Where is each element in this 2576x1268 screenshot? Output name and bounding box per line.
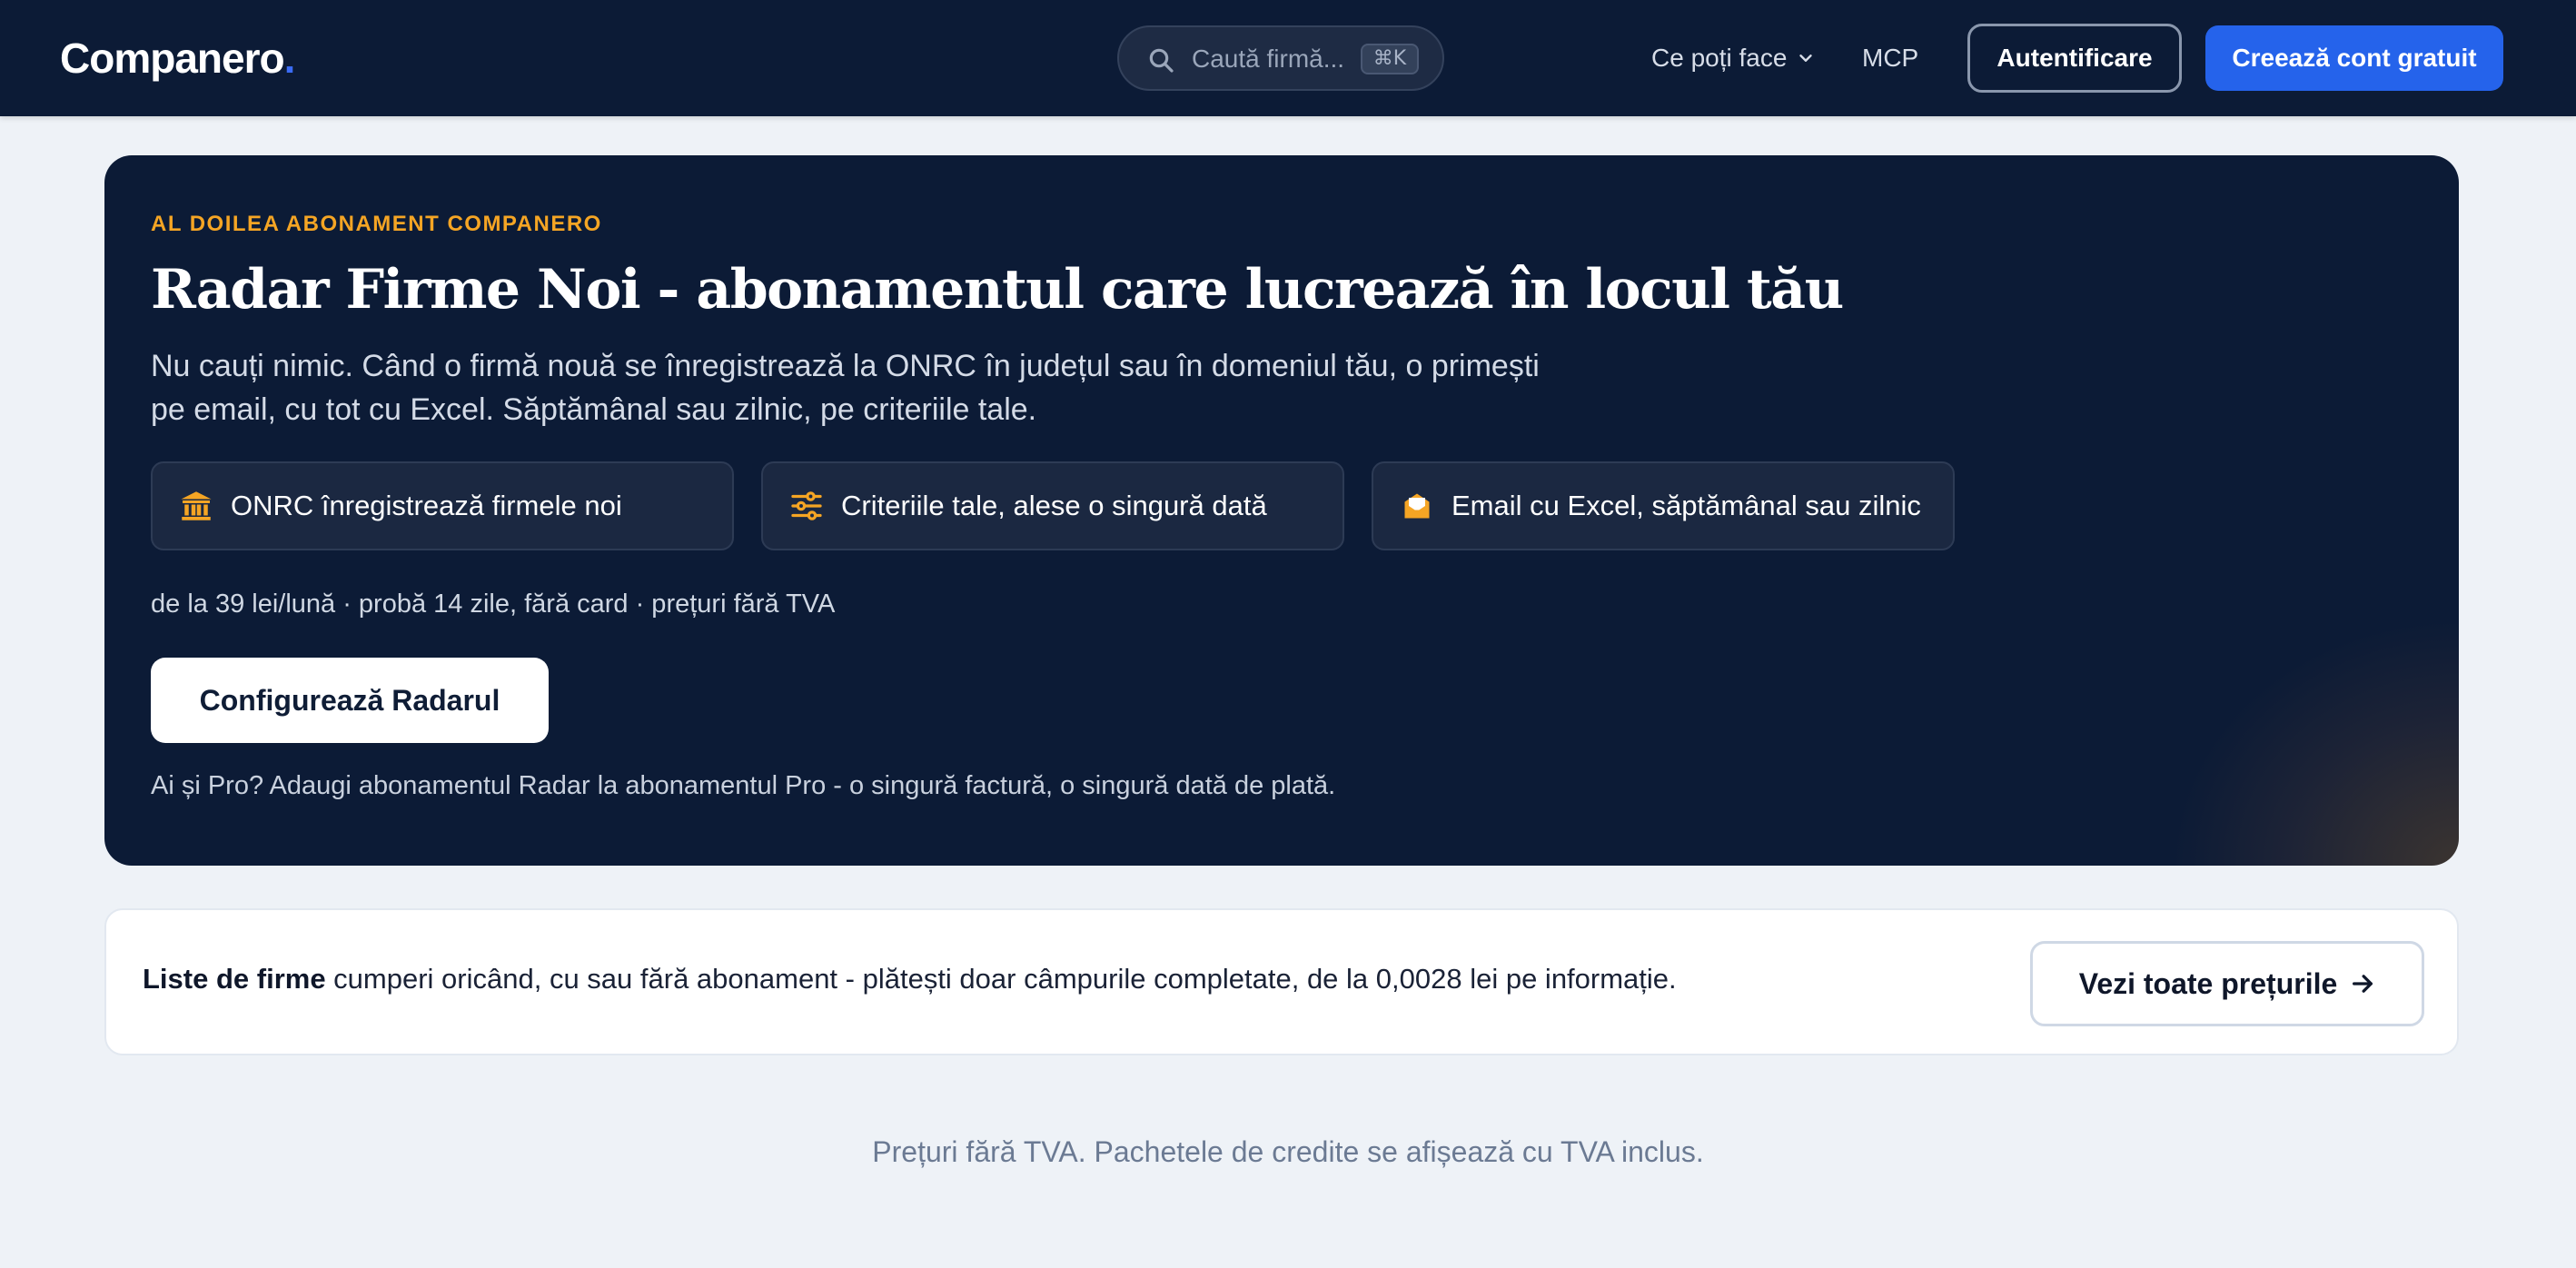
logo-dot: . — [283, 35, 296, 82]
search-icon — [1149, 48, 1174, 73]
company-search[interactable]: ⌘K — [1117, 25, 1444, 91]
sliders-icon — [791, 491, 822, 520]
nav-mcp-link[interactable]: MCP — [1862, 36, 1918, 80]
radar-hero-card: AL DOILEA ABONAMENT COMPANERO Radar Firm… — [104, 155, 2459, 866]
configure-radar-button[interactable]: Configurează Radarul — [151, 658, 549, 743]
hero-eyebrow: AL DOILEA ABONAMENT COMPANERO — [151, 212, 602, 236]
login-button[interactable]: Autentificare — [1967, 24, 2182, 93]
feature-list: ONRC înregistrează firmele noi Criteriil… — [151, 461, 1955, 550]
top-navbar: Companero. ⌘K Ce poți face MCP Autentifi… — [0, 0, 2576, 116]
mail-open-icon — [1404, 493, 1430, 519]
pricing-summary: de la 39 lei/lună · probă 14 zile, fără … — [151, 589, 836, 619]
hero-title: Radar Firme Noi - abonamentul care lucre… — [151, 258, 1844, 322]
logo-text: Companero — [60, 35, 285, 82]
companero-logo[interactable]: Companero. — [60, 31, 296, 85]
lists-banner-bold: Liste de firme — [143, 963, 326, 995]
chevron-down-icon — [1799, 54, 1813, 62]
bank-icon — [181, 491, 212, 520]
search-shortcut-badge: ⌘K — [1361, 44, 1419, 74]
hero-description: Nu cauți nimic. Când o firmă nouă se înr… — [151, 349, 1540, 427]
feature-item-email: Email cu Excel, săptămânal sau zilnic — [1372, 461, 1955, 550]
feature-label: Criteriile tale, alese o singură dată — [841, 490, 1267, 521]
search-input[interactable] — [1190, 38, 1366, 80]
lists-banner-body: cumperi oricând, cu sau fără abonament -… — [325, 963, 1677, 995]
signup-button[interactable]: Creează cont gratuit — [2205, 25, 2503, 91]
feature-label: ONRC înregistrează firmele noi — [231, 490, 622, 521]
feature-item-criteria: Criteriile tale, alese o singură dată — [761, 461, 1344, 550]
view-all-prices-label: Vezi toate prețurile — [2078, 966, 2338, 1000]
company-lists-banner: Liste de firme cumperi oricând, cu sau f… — [104, 908, 2459, 1055]
arrow-right-icon — [2353, 975, 2373, 993]
pro-upsell-note: Ai și Pro? Adaugi abonamentul Radar la a… — [151, 771, 1336, 800]
vat-footnote: Prețuri fără TVA. Pachetele de credite s… — [872, 1135, 1704, 1168]
nav-what-you-can-do[interactable]: Ce poți face — [1651, 36, 1816, 80]
lists-banner-text: Liste de firme cumperi oricând, cu sau f… — [143, 963, 1677, 996]
feature-item-onrc: ONRC înregistrează firmele noi — [151, 461, 734, 550]
view-all-prices-button[interactable]: Vezi toate prețurile — [2030, 941, 2424, 1026]
nav-what-you-can-do-label: Ce poți face — [1651, 44, 1788, 72]
feature-label: Email cu Excel, săptămânal sau zilnic — [1451, 490, 1921, 521]
